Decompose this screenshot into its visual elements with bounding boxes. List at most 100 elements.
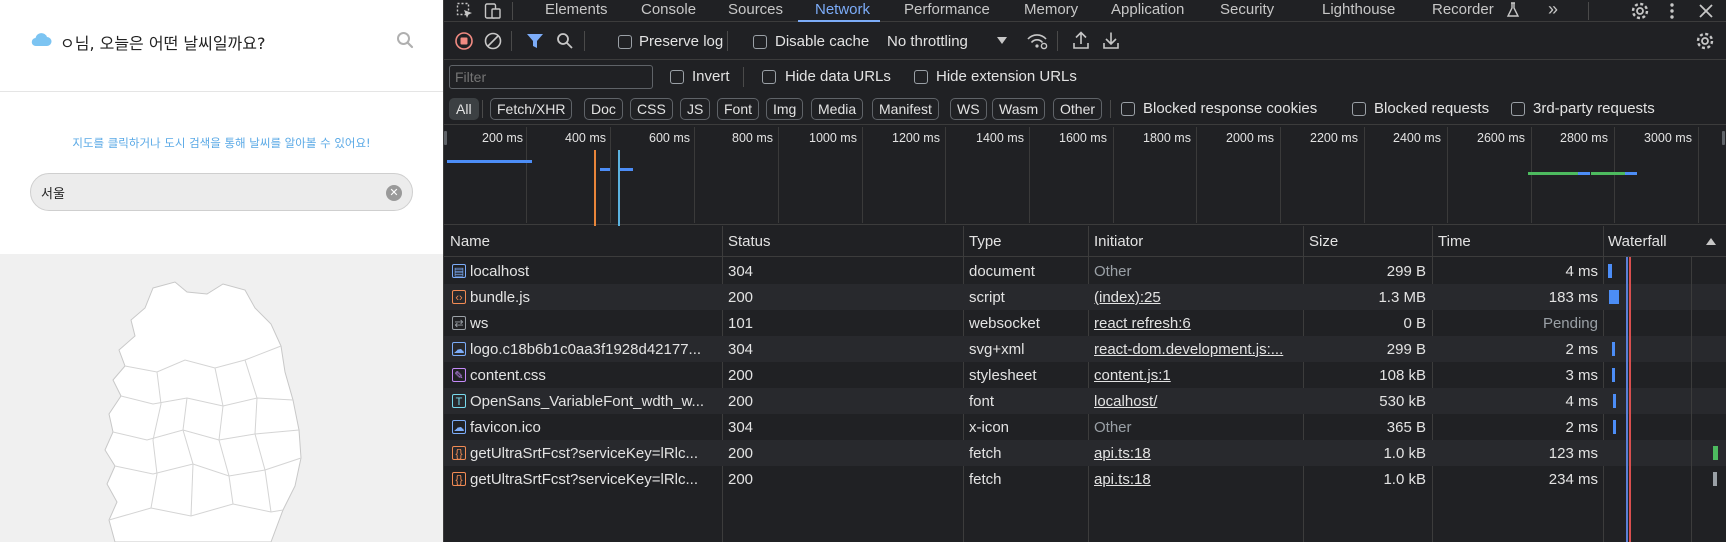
invert-checkbox[interactable]	[670, 70, 684, 84]
overview-left-handle[interactable]	[444, 131, 447, 145]
type-filter-manifest[interactable]: Manifest	[872, 98, 939, 120]
request-name[interactable]: OpenSans_VariableFont_wdth_w...	[470, 393, 718, 410]
request-initiator[interactable]: (index):25	[1094, 289, 1298, 306]
table-row[interactable]: ☁ favicon.ico 304 x-icon Other 365 B 2 ms	[444, 414, 1726, 440]
kebab-menu-icon[interactable]	[1668, 1, 1676, 21]
request-name[interactable]: favicon.ico	[470, 419, 718, 436]
tab-security[interactable]: Security	[1220, 1, 1274, 18]
table-row[interactable]: ✎ content.css 200 stylesheet content.js:1 108…	[444, 362, 1726, 388]
tab-sources[interactable]: Sources	[728, 1, 783, 18]
korea-map[interactable]	[95, 280, 325, 542]
table-row[interactable]: T OpenSans_VariableFont_wdth_w... 200 font l…	[444, 388, 1726, 414]
request-initiator[interactable]: react refresh:6	[1094, 315, 1298, 332]
font-icon: T	[452, 394, 466, 408]
hide-extension-urls-checkbox[interactable]	[914, 70, 928, 84]
overview-right-handle[interactable]	[1722, 131, 1725, 145]
table-row[interactable]: {} getUltraSrtFcst?serviceKey=lRlc... 200 f…	[444, 440, 1726, 466]
column-header-type[interactable]: Type	[969, 233, 1002, 250]
search-icon[interactable]	[556, 32, 574, 50]
request-name[interactable]: getUltraSrtFcst?serviceKey=lRlc...	[470, 471, 718, 488]
request-name[interactable]: logo.c18b6b1c0aa3f1928d42177...	[470, 341, 718, 358]
overview-fetch-bar	[1625, 172, 1637, 175]
request-name[interactable]: getUltraSrtFcst?serviceKey=lRlc...	[470, 445, 718, 462]
type-filter-wasm[interactable]: Wasm	[992, 98, 1046, 120]
map-area[interactable]	[0, 254, 443, 542]
city-search-input[interactable]	[41, 180, 371, 204]
tick-label: 600 ms	[649, 131, 690, 145]
table-row[interactable]: ‹› bundle.js 200 script (index):25 1.3 MB 183 …	[444, 284, 1726, 310]
tab-network[interactable]: Network	[815, 1, 870, 18]
network-conditions-icon[interactable]	[1026, 31, 1048, 51]
preserve-log-label: Preserve log	[639, 33, 724, 50]
websocket-icon: ⇄	[452, 316, 466, 330]
type-filter-js[interactable]: JS	[680, 98, 711, 120]
blocked-requests-checkbox[interactable]	[1352, 102, 1366, 116]
column-header-size[interactable]: Size	[1309, 233, 1338, 250]
table-row[interactable]: {} getUltraSrtFcst?serviceKey=lRlc... 200 f…	[444, 466, 1726, 492]
request-initiator[interactable]: react-dom.development.js:...	[1094, 341, 1298, 358]
clear-icon[interactable]	[484, 32, 502, 50]
hide-data-urls-checkbox[interactable]	[762, 70, 776, 84]
type-filter-other[interactable]: Other	[1053, 98, 1103, 120]
tab-performance[interactable]: Performance	[904, 1, 990, 18]
tab-elements[interactable]: Elements	[545, 1, 608, 18]
request-name[interactable]: ws	[470, 315, 718, 332]
export-har-icon[interactable]	[1102, 31, 1120, 50]
search-icon[interactable]	[396, 31, 414, 49]
import-har-icon[interactable]	[1072, 31, 1090, 50]
separator	[1110, 100, 1111, 118]
request-initiator[interactable]: api.ts:18	[1094, 471, 1298, 488]
stop-recording-icon[interactable]	[455, 32, 473, 50]
type-filter-img[interactable]: Img	[766, 98, 804, 120]
close-devtools-icon[interactable]	[1698, 3, 1714, 19]
column-header-status[interactable]: Status	[728, 233, 771, 250]
column-header-time[interactable]: Time	[1438, 233, 1471, 250]
column-header-waterfall[interactable]: Waterfall	[1608, 233, 1667, 250]
weather-app: ㅇ님, 오늘은 어떤 날씨일까요? 지도를 클릭하거나 도시 검색을 통해 날씨…	[0, 0, 443, 542]
tab-recorder[interactable]: Recorder	[1432, 1, 1494, 18]
preserve-log-checkbox[interactable]	[618, 35, 632, 49]
third-party-requests-checkbox[interactable]	[1511, 102, 1525, 116]
filter-icon[interactable]	[526, 32, 544, 50]
throttling-select[interactable]: No throttling	[887, 33, 968, 50]
request-initiator[interactable]: content.js:1	[1094, 367, 1298, 384]
tab-lighthouse[interactable]: Lighthouse	[1322, 1, 1395, 18]
clear-icon[interactable]: ✕	[386, 185, 402, 201]
inspect-element-icon[interactable]	[456, 2, 474, 20]
type-filter-media[interactable]: Media	[811, 98, 864, 120]
blocked-response-cookies-checkbox[interactable]	[1121, 102, 1135, 116]
stylesheet-icon: ✎	[452, 368, 466, 382]
type-filter-css[interactable]: CSS	[630, 98, 673, 120]
more-tabs-icon[interactable]: »	[1548, 0, 1558, 20]
network-settings-gear-icon[interactable]	[1695, 31, 1715, 51]
filter-input[interactable]	[449, 65, 653, 89]
request-name[interactable]: localhost	[470, 263, 718, 280]
request-initiator[interactable]: api.ts:18	[1094, 445, 1298, 462]
type-filter-all[interactable]: All	[449, 98, 479, 120]
request-time: 123 ms	[1548, 445, 1598, 462]
type-filter-doc[interactable]: Doc	[584, 98, 623, 120]
sort-ascending-icon[interactable]	[1706, 238, 1716, 246]
tab-application[interactable]: Application	[1111, 1, 1184, 18]
request-name[interactable]: bundle.js	[470, 289, 718, 306]
table-row[interactable]: ▤ localhost 304 document Other 299 B 4 ms	[444, 258, 1726, 284]
network-overview-timeline[interactable]: 200 ms 400 ms 600 ms 800 ms 1000 ms 1200…	[444, 124, 1726, 226]
settings-gear-icon[interactable]	[1630, 1, 1650, 21]
device-toolbar-icon[interactable]	[484, 2, 502, 20]
tab-console[interactable]: Console	[641, 1, 696, 18]
disable-cache-checkbox[interactable]	[753, 35, 767, 49]
table-row[interactable]: ☁ logo.c18b6b1c0aa3f1928d42177... 304 svg+x…	[444, 336, 1726, 362]
separator	[1057, 31, 1058, 51]
request-initiator[interactable]: localhost/	[1094, 393, 1298, 410]
tick-line	[1614, 127, 1615, 223]
type-filter-font[interactable]: Font	[717, 98, 760, 120]
type-filter-ws[interactable]: WS	[950, 98, 987, 120]
column-header-initiator[interactable]: Initiator	[1094, 233, 1143, 250]
chevron-down-icon[interactable]	[997, 37, 1007, 45]
table-row[interactable]: ⇄ ws 101 websocket react refresh:6 0 B Pending	[444, 310, 1726, 336]
tick-label: 1000 ms	[809, 131, 857, 145]
tab-memory[interactable]: Memory	[1024, 1, 1078, 18]
type-filter-fetch-xhr[interactable]: Fetch/XHR	[490, 98, 573, 120]
request-name[interactable]: content.css	[470, 367, 718, 384]
column-header-name[interactable]: Name	[450, 233, 490, 250]
